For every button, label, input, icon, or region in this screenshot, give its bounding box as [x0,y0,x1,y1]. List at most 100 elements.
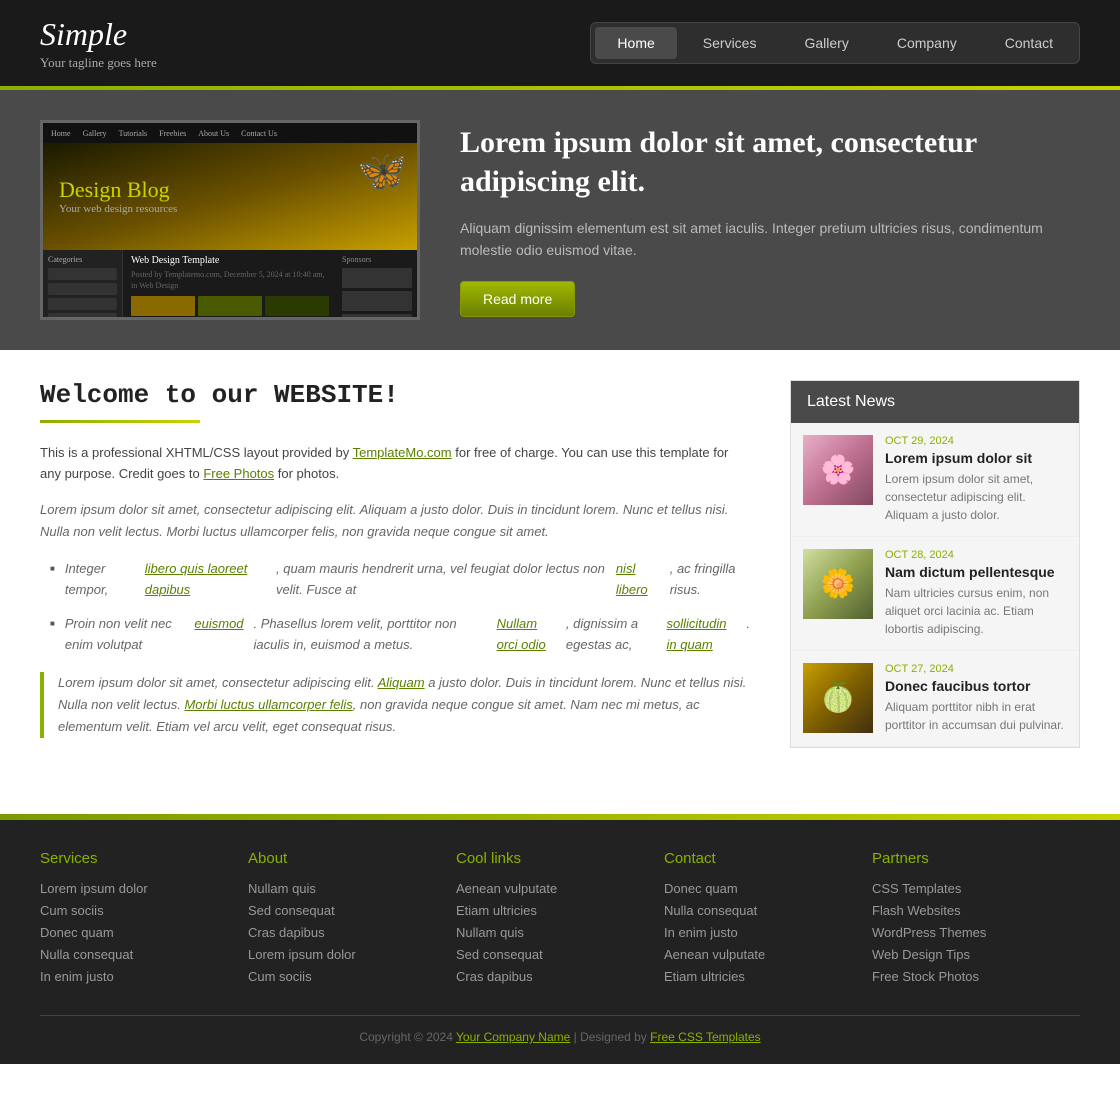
news-thumb-3: 🍈 [803,663,873,733]
blockquote: Lorem ipsum dolor sit amet, consectetur … [40,672,750,738]
news-thumb-1: 🌸 [803,435,873,505]
nav-company[interactable]: Company [875,27,979,59]
footer-contact-link-3[interactable]: In enim justo [664,925,852,940]
hero-sidebar: Categories [43,250,123,320]
body-paragraph: Lorem ipsum dolor sit amet, consectetur … [40,499,750,543]
hero-article-title: Web Design Template [131,255,329,266]
sponsor-block-1 [342,268,412,288]
butterfly-icon: 🦋 [357,148,407,195]
hero-nav-contact: Contact Us [241,129,277,138]
read-more-button[interactable]: Read more [460,281,575,317]
footer-services-link-2[interactable]: Cum sociis [40,903,228,918]
footer-about-link-1[interactable]: Nullam quis [248,881,436,896]
news-content-3: OCT 27, 2024 Donec faucibus tortor Aliqu… [885,663,1067,734]
footer-col-services: Services Lorem ipsum dolor Cum sociis Do… [40,850,248,991]
hero-thumbnails [131,296,329,320]
nav-services[interactable]: Services [681,27,779,59]
bullet2-link2[interactable]: Nullam orci odio [497,614,556,656]
footer-services-link-4[interactable]: Nulla consequat [40,947,228,962]
footer-partners-link-1[interactable]: CSS Templates [872,881,1060,896]
hero-categories-label: Categories [48,255,117,264]
news-content-1: OCT 29, 2024 Lorem ipsum dolor sit Lorem… [885,435,1067,524]
nav-contact[interactable]: Contact [983,27,1075,59]
logo-tagline: Your tagline goes here [40,55,157,71]
news-date-2: OCT 28, 2024 [885,549,1067,561]
bullet2-link1[interactable]: euismod [194,614,243,656]
welcome-underline [40,420,200,423]
hero-thumb-4 [131,319,195,320]
news-item-3: 🍈 OCT 27, 2024 Donec faucibus tortor Ali… [791,651,1079,747]
footer-contact-link-2[interactable]: Nulla consequat [664,903,852,918]
hero-sponsors-label: Sponsors [342,255,412,264]
hero-img-top: Design Blog Your web design resources 🦋 [43,143,417,250]
footer-services-link-1[interactable]: Lorem ipsum dolor [40,881,228,896]
nav-home[interactable]: Home [595,27,676,59]
bullet1-link2[interactable]: nisl libero [616,559,660,601]
news-content-2: OCT 28, 2024 Nam dictum pellentesque Nam… [885,549,1067,638]
footer-columns: Services Lorem ipsum dolor Cum sociis Do… [40,850,1080,991]
footer-services-link-5[interactable]: In enim justo [40,969,228,984]
footer-partners-link-4[interactable]: Web Design Tips [872,947,1060,962]
footer-bottom: Copyright © 2024 Your Company Name | Des… [40,1015,1080,1044]
hero-nav-bar: Home Gallery Tutorials Freebies About Us… [43,123,417,143]
sponsor-block-2 [342,291,412,311]
latest-news-panel: Latest News 🌸 OCT 29, 2024 Lorem ipsum d… [790,380,1080,748]
footer-services-link-3[interactable]: Donec quam [40,925,228,940]
footer-partners-link-3[interactable]: WordPress Themes [872,925,1060,940]
news-item-2: 🌼 OCT 28, 2024 Nam dictum pellentesque N… [791,537,1079,651]
hero-thumb-3 [265,296,329,316]
footer-contact-link-4[interactable]: Aenean vulputate [664,947,852,962]
news-title-1: Lorem ipsum dolor sit [885,450,1067,466]
designed-by-text: Designed by [580,1030,647,1044]
hero-section: Home Gallery Tutorials Freebies About Us… [0,90,1120,350]
hero-thumb-1 [131,296,195,316]
hero-heading: Lorem ipsum dolor sit amet, consectetur … [460,123,1080,201]
header: Simple Your tagline goes here Home Servi… [0,0,1120,86]
hero-sidebar-item [48,298,117,310]
footer-coollinks-link-1[interactable]: Aenean vulputate [456,881,644,896]
footer-col-about: About Nullam quis Sed consequat Cras dap… [248,850,456,991]
footer-coollinks-link-2[interactable]: Etiam ultricies [456,903,644,918]
content-right: Latest News 🌸 OCT 29, 2024 Lorem ipsum d… [790,380,1080,754]
bullet1-link1[interactable]: libero quis laoreet dapibus [145,559,266,601]
company-name-link[interactable]: Your Company Name [456,1030,570,1044]
bq-link1[interactable]: Aliquam [378,675,425,690]
footer-partners-link-5[interactable]: Free Stock Photos [872,969,1060,984]
hero-blog-subtitle: Your web design resources [59,203,177,215]
hero-main-content: Web Design Template Posted by Templatemo… [123,250,337,320]
free-photos-link[interactable]: Free Photos [203,466,274,481]
hero-article-text: Posted by Templatemo.com, December 5, 20… [131,269,329,291]
hero-thumb-6 [265,319,329,320]
hero-blog-title-area: Design Blog Your web design resources [59,177,177,215]
footer-coollinks-link-5[interactable]: Cras dapibus [456,969,644,984]
hero-sidebar-item [48,268,117,280]
footer-col-partners: Partners CSS Templates Flash Websites Wo… [872,850,1080,991]
footer-coollinks-link-3[interactable]: Nullam quis [456,925,644,940]
bullet-item-1: Integer tempor, libero quis laoreet dapi… [50,559,750,601]
footer-partners-title: Partners [872,850,1060,867]
content-left: Welcome to our WEBSITE! This is a profes… [40,380,790,754]
footer-partners-link-2[interactable]: Flash Websites [872,903,1060,918]
footer-about-link-3[interactable]: Cras dapibus [248,925,436,940]
news-date-3: OCT 27, 2024 [885,663,1067,675]
bullet2-link3[interactable]: sollicitudin in quam [666,614,736,656]
news-thumb-2: 🌼 [803,549,873,619]
footer-about-link-5[interactable]: Cum sociis [248,969,436,984]
footer-coollinks-link-4[interactable]: Sed consequat [456,947,644,962]
copyright-text: Copyright © 2024 [359,1030,453,1044]
intro-paragraph: This is a professional XHTML/CSS layout … [40,443,750,485]
news-title-3: Donec faucibus tortor [885,678,1067,694]
templatemo-link[interactable]: TemplateMo.com [353,445,452,460]
footer-contact-link-1[interactable]: Donec quam [664,881,852,896]
fruit-icon: 🍈 [821,681,856,715]
footer-contact-link-5[interactable]: Etiam ultricies [664,969,852,984]
welcome-title: Welcome to our WEBSITE! [40,380,750,410]
designer-link[interactable]: Free CSS Templates [650,1030,761,1044]
footer-about-link-4[interactable]: Lorem ipsum dolor [248,947,436,962]
footer-contact-title: Contact [664,850,852,867]
nav-gallery[interactable]: Gallery [782,27,870,59]
bq-link2[interactable]: Morbi luctus ullamcorper felis [184,697,352,712]
news-title-2: Nam dictum pellentesque [885,564,1067,580]
hero-nav-freebies: Freebies [159,129,186,138]
footer-about-link-2[interactable]: Sed consequat [248,903,436,918]
